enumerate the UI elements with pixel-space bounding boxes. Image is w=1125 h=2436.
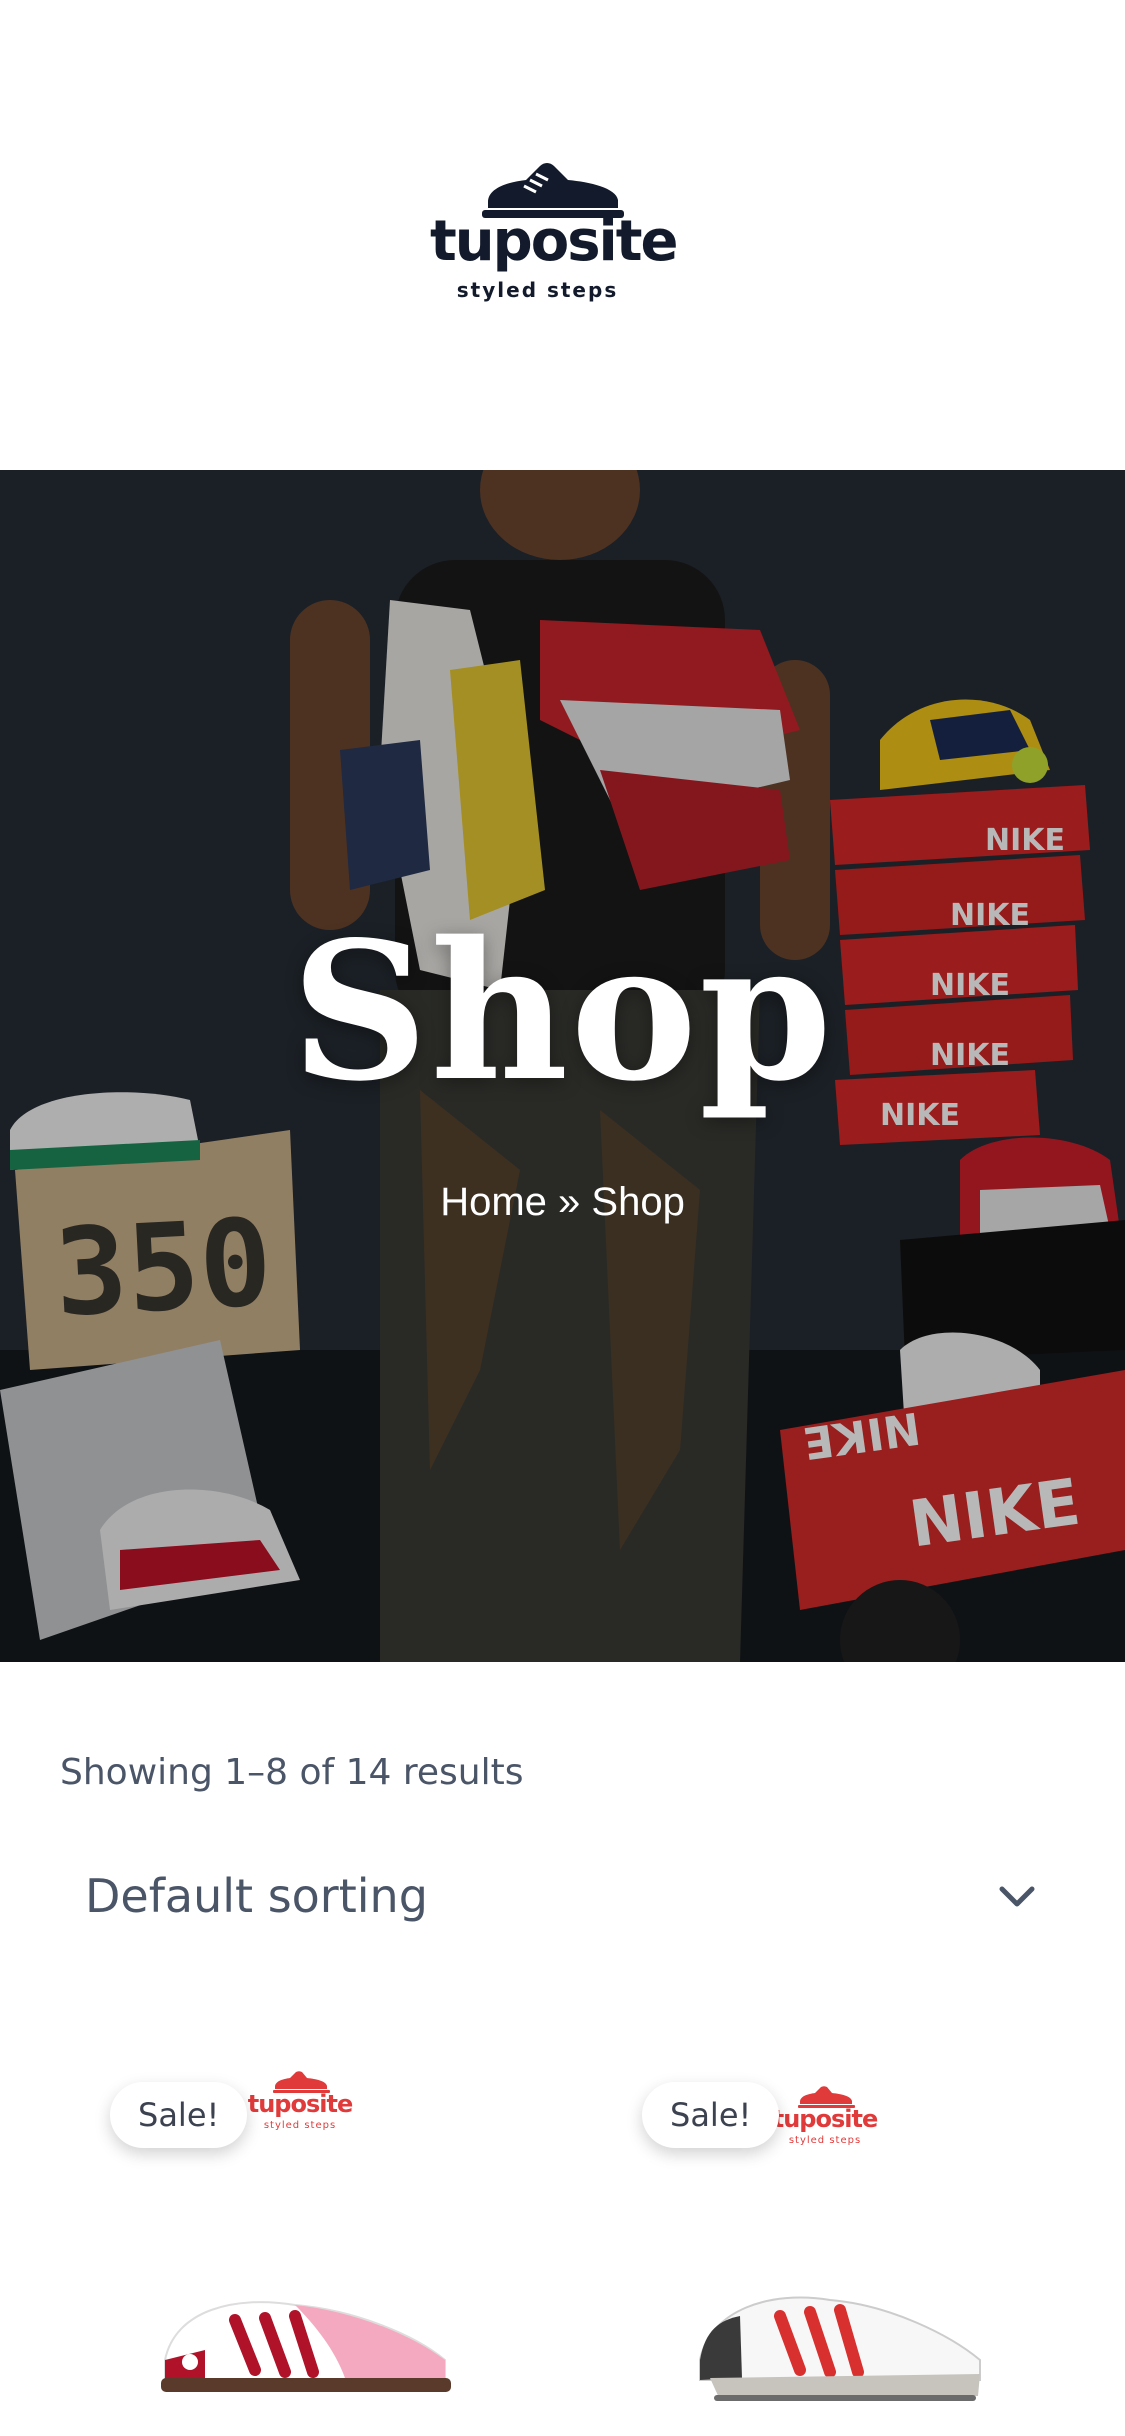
- shop-hero-banner: 350 NIKE NIKE NIKE NIKE NIKE NIKE NIKE S…: [0, 470, 1125, 1662]
- breadcrumb-separator: »: [558, 1180, 581, 1224]
- product-logo-wordmark: tuposite: [772, 2105, 879, 2133]
- breadcrumb-home-link[interactable]: Home: [440, 1180, 547, 1225]
- product-image[interactable]: [680, 2250, 1000, 2410]
- product-logo-tagline: styled steps: [263, 2120, 337, 2131]
- breadcrumb: Home » Shop: [0, 1180, 1125, 1225]
- breadcrumb-current: Shop: [591, 1180, 685, 1224]
- product-brand-logo: tuposite styled steps: [770, 2085, 880, 2155]
- logo-tagline: styled steps: [456, 278, 619, 302]
- product-card[interactable]: Sale! tuposite styled steps: [580, 2040, 1112, 2436]
- sorting-selected-value: Default sorting: [85, 1869, 428, 1923]
- sale-badge: Sale!: [110, 2082, 248, 2148]
- result-count: Showing 1–8 of 14 results: [60, 1752, 524, 1793]
- product-card[interactable]: Sale! tuposite styled steps: [45, 2040, 577, 2436]
- sorting-dropdown[interactable]: Default sorting: [60, 1846, 1065, 1946]
- product-logo-tagline: styled steps: [788, 2135, 862, 2146]
- product-image[interactable]: [145, 2250, 465, 2410]
- site-header: tuposite styled steps: [0, 0, 1125, 470]
- chevron-down-icon: [999, 1886, 1035, 1907]
- product-brand-logo: tuposite styled steps: [245, 2070, 355, 2140]
- logo-wordmark: tuposite: [430, 209, 678, 274]
- product-logo-wordmark: tuposite: [247, 2090, 354, 2118]
- site-logo[interactable]: tuposite styled steps: [430, 160, 678, 310]
- page-title: Shop: [291, 900, 834, 1123]
- sale-badge: Sale!: [642, 2082, 780, 2148]
